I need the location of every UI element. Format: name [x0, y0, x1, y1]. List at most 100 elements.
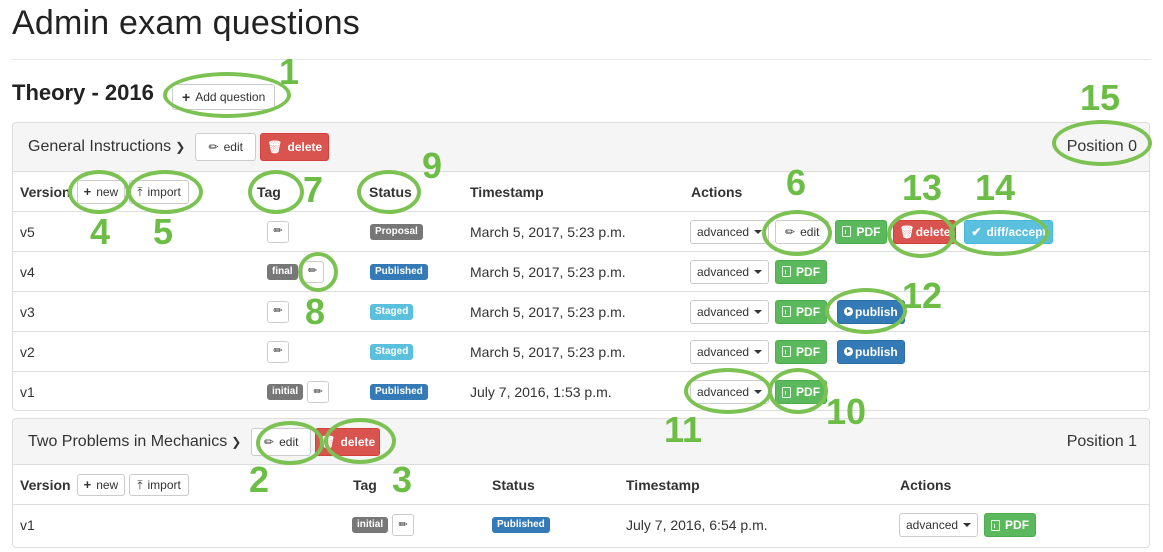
chevron-down-icon[interactable]: ❯ [231, 435, 241, 449]
version-delete-button[interactable]: 🗑 delete [893, 219, 957, 244]
version-cell: v5 [20, 223, 35, 240]
annotation-number: 8 [305, 291, 326, 332]
add-question-button[interactable]: + Add question [172, 84, 276, 110]
check-icon: ✔ [971, 224, 982, 239]
tag-badge: initial [267, 384, 304, 400]
caret-down-icon [754, 229, 763, 234]
timestamp-cell: July 7, 2016, 6:54 p.m. [626, 517, 768, 533]
pencil-icon: ✏ [264, 434, 275, 449]
pencil-icon: ✏ [273, 305, 283, 317]
advanced-dropdown[interactable]: advanced [690, 339, 770, 364]
version-edit-button[interactable]: ✏ edit [775, 219, 830, 244]
tag-cell: final ✏ [267, 252, 324, 291]
question-delete-button[interactable]: 🗑 delete [260, 133, 330, 161]
question-delete-button[interactable]: 🗑 delete [315, 427, 381, 456]
annotation-number: 10 [826, 391, 867, 432]
add-question-label: Add question [195, 90, 266, 104]
annotation-number: 2 [249, 459, 270, 500]
annotation-number: 13 [902, 167, 943, 208]
version-header-label: Version [20, 183, 71, 200]
pdf-button[interactable]: PDF [775, 339, 828, 364]
annotation-number: 7 [303, 169, 324, 210]
tag-cell: ✏ [267, 332, 289, 371]
actions-cell: advanced PDF publish [690, 332, 905, 371]
chevron-down-icon[interactable]: ❯ [175, 140, 185, 154]
pdf-file-icon [782, 306, 792, 317]
annotation-number: 3 [392, 459, 413, 500]
page-title: Admin exam questions [12, 4, 360, 42]
actions-header: Actions [900, 476, 952, 493]
status-badge: Staged [370, 303, 414, 320]
pdf-button[interactable]: PDF [984, 513, 1037, 537]
import-version-button[interactable]: ⤒ import [129, 473, 189, 496]
table-row: v3 ✏ Staged March 5, 2017, 5:23 p.m. adv… [13, 292, 1149, 332]
question-edit-button[interactable]: ✏ edit [195, 133, 257, 161]
annotation-number: 6 [786, 162, 807, 203]
pdf-file-icon [991, 519, 1001, 531]
pdf-button[interactable]: PDF [775, 380, 828, 404]
timestamp-header: Timestamp [470, 183, 544, 200]
pencil-icon: ✏ [313, 385, 323, 398]
advanced-dropdown[interactable]: advanced [690, 380, 770, 404]
edit-label: edit [279, 434, 299, 449]
tag-edit-button[interactable]: ✏ [392, 514, 415, 536]
import-version-button[interactable]: ⤒ import [129, 179, 189, 204]
pencil-icon: ✏ [785, 224, 796, 239]
new-label: new [96, 184, 119, 199]
pdf-button[interactable]: PDF [775, 299, 828, 324]
question-heading: Two Problems in Mechanics ❯ ✏ edit 🗑 del… [13, 419, 1149, 465]
caret-down-icon [963, 523, 972, 527]
import-label: import [147, 184, 181, 199]
annotation-number: 9 [422, 145, 443, 186]
pdf-file-icon [842, 226, 852, 237]
annotation-number: 4 [90, 211, 111, 252]
diff-accept-button[interactable]: ✔ diff/accept [964, 219, 1054, 244]
annotation-number: 1 [279, 51, 300, 92]
tag-edit-button[interactable]: ✏ [301, 260, 324, 283]
status-header: Status [369, 183, 412, 200]
pdf-label: PDF [796, 385, 821, 399]
question-edit-button[interactable]: ✏ edit [251, 427, 312, 456]
publish-label: publish [855, 344, 898, 359]
question-title[interactable]: General Instructions [28, 138, 171, 156]
pdf-button[interactable]: PDF [835, 219, 888, 244]
pdf-label: PDF [796, 304, 821, 319]
publish-button[interactable]: publish [837, 339, 905, 364]
publish-button[interactable]: publish [837, 299, 905, 324]
pdf-label: PDF [796, 344, 821, 359]
tag-edit-button[interactable]: ✏ [267, 340, 289, 363]
plus-icon: + [182, 89, 191, 105]
import-label: import [147, 477, 181, 492]
publish-label: publish [855, 304, 898, 319]
table-row: v2 ✏ Staged March 5, 2017, 5:23 p.m. adv… [13, 332, 1149, 372]
new-version-button[interactable]: + new [76, 179, 126, 204]
tag-edit-button[interactable]: ✏ [267, 300, 289, 323]
delete-label: delete [915, 224, 951, 239]
caret-down-icon [754, 390, 763, 394]
tag-edit-button[interactable]: ✏ [307, 381, 330, 403]
tag-edit-button[interactable]: ✏ [267, 220, 289, 243]
new-label: new [96, 477, 119, 492]
advanced-dropdown[interactable]: advanced [899, 513, 979, 537]
question-title[interactable]: Two Problems in Mechanics [28, 433, 227, 451]
trash-icon: 🗑 [267, 140, 283, 154]
new-version-button[interactable]: + new [76, 473, 126, 496]
pdf-file-icon [782, 386, 792, 398]
tag-cell: ✏ [267, 292, 289, 331]
pdf-button[interactable]: PDF [775, 259, 828, 284]
diff-accept-label: diff/accept [986, 224, 1047, 239]
tag-cell: initial ✏ [267, 372, 330, 410]
actions-cell: advanced PDF publish [690, 292, 905, 331]
position-label: Position 0 [1066, 138, 1137, 155]
table-row: v1 initial ✏ Published July 7, 2016, 1:5… [13, 372, 1149, 410]
annotation-number: 15 [1080, 77, 1121, 118]
advanced-dropdown[interactable]: advanced [690, 299, 770, 324]
caret-down-icon [754, 269, 763, 274]
plus-icon: + [83, 477, 92, 492]
upload-icon: ⤒ [137, 184, 143, 199]
advanced-dropdown[interactable]: advanced [690, 259, 770, 284]
advanced-dropdown[interactable]: advanced [690, 219, 770, 244]
edit-label: edit [800, 224, 820, 239]
status-cell: Published [370, 252, 428, 291]
version-header: Version + new ⤒ import [20, 172, 189, 211]
